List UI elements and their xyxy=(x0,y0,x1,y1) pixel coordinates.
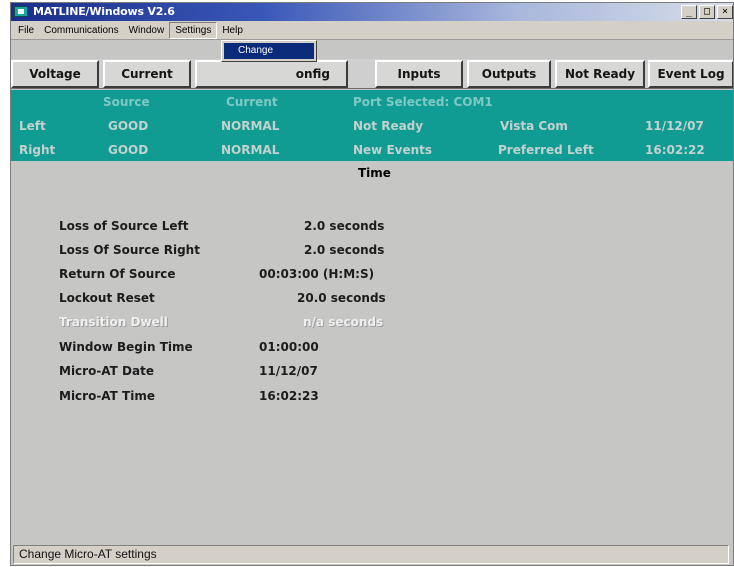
config-button[interactable]: onfig xyxy=(195,60,348,88)
value-loss-of-source-left[interactable]: 2.0 seconds xyxy=(304,219,384,233)
menu-item-change[interactable]: Change xyxy=(224,43,314,59)
value-micro-at-date[interactable]: 11/12/07 xyxy=(259,364,318,378)
app-window: MATLINE/Windows V2.6 _ □ × File Communic… xyxy=(10,2,734,566)
value-transition-dwell: n/a seconds xyxy=(303,315,384,329)
header-current: Current xyxy=(226,95,278,109)
event-log-button[interactable]: Event Log xyxy=(648,60,733,88)
menu-settings[interactable]: Settings xyxy=(169,21,218,39)
value-loss-of-source-right[interactable]: 2.0 seconds xyxy=(304,243,384,257)
row-left-current: NORMAL xyxy=(221,119,280,133)
row-right-info: Preferred Left xyxy=(498,143,594,157)
header-port: Port Selected: COM1 xyxy=(353,95,493,109)
not-ready-button[interactable]: Not Ready xyxy=(555,60,645,88)
section-title: Time xyxy=(358,166,391,180)
row-left-source: GOOD xyxy=(108,119,149,133)
row-right-side: Right xyxy=(19,143,56,157)
menu-bar: File Communications Window Settings Help xyxy=(11,21,733,40)
inputs-button[interactable]: Inputs xyxy=(375,60,463,88)
voltage-button[interactable]: Voltage xyxy=(11,60,99,88)
title-bar[interactable]: MATLINE/Windows V2.6 _ □ × xyxy=(11,3,733,21)
row-left-info: Vista Com xyxy=(500,119,568,133)
close-button[interactable]: × xyxy=(717,5,733,19)
label-lockout-reset: Lockout Reset xyxy=(59,291,155,305)
outputs-button[interactable]: Outputs xyxy=(467,60,551,88)
row-left-side: Left xyxy=(19,119,46,133)
menu-communications[interactable]: Communications xyxy=(39,22,123,39)
row-right-current: NORMAL xyxy=(221,143,280,157)
row-left-status: Not Ready xyxy=(353,119,424,133)
menu-help[interactable]: Help xyxy=(217,22,248,39)
row-right-value: 16:02:22 xyxy=(645,143,705,157)
current-button[interactable]: Current xyxy=(103,60,191,88)
row-left-value: 11/12/07 xyxy=(645,119,704,133)
value-lockout-reset[interactable]: 20.0 seconds xyxy=(297,291,386,305)
label-loss-of-source-left: Loss of Source Left xyxy=(59,219,189,233)
menu-file[interactable]: File xyxy=(13,22,39,39)
header-source: Source xyxy=(103,95,150,109)
label-return-of-source: Return Of Source xyxy=(59,267,176,281)
row-right-status: New Events xyxy=(353,143,433,157)
menu-window[interactable]: Window xyxy=(124,22,170,39)
status-bar: Change Micro-AT settings xyxy=(13,545,729,564)
value-micro-at-time[interactable]: 16:02:23 xyxy=(259,389,319,403)
label-transition-dwell: Transition Dwell xyxy=(59,315,168,329)
window-title: MATLINE/Windows V2.6 xyxy=(33,5,175,18)
app-icon[interactable] xyxy=(14,6,28,17)
value-window-begin-time[interactable]: 01:00:00 xyxy=(259,340,319,354)
settings-dropdown: Change xyxy=(221,40,317,62)
status-panel: Source Current Port Selected: COM1 Left … xyxy=(11,90,733,161)
toolbar: Voltage Current onfig Inputs Outputs Not… xyxy=(11,59,733,89)
minimize-button[interactable]: _ xyxy=(681,5,697,19)
maximize-button[interactable]: □ xyxy=(699,5,715,19)
label-micro-at-date: Micro-AT Date xyxy=(59,364,154,378)
label-window-begin-time: Window Begin Time xyxy=(59,340,193,354)
row-right-source: GOOD xyxy=(108,143,149,157)
label-micro-at-time: Micro-AT Time xyxy=(59,389,155,403)
label-loss-of-source-right: Loss Of Source Right xyxy=(59,243,200,257)
value-return-of-source[interactable]: 00:03:00 (H:M:S) xyxy=(259,267,374,281)
